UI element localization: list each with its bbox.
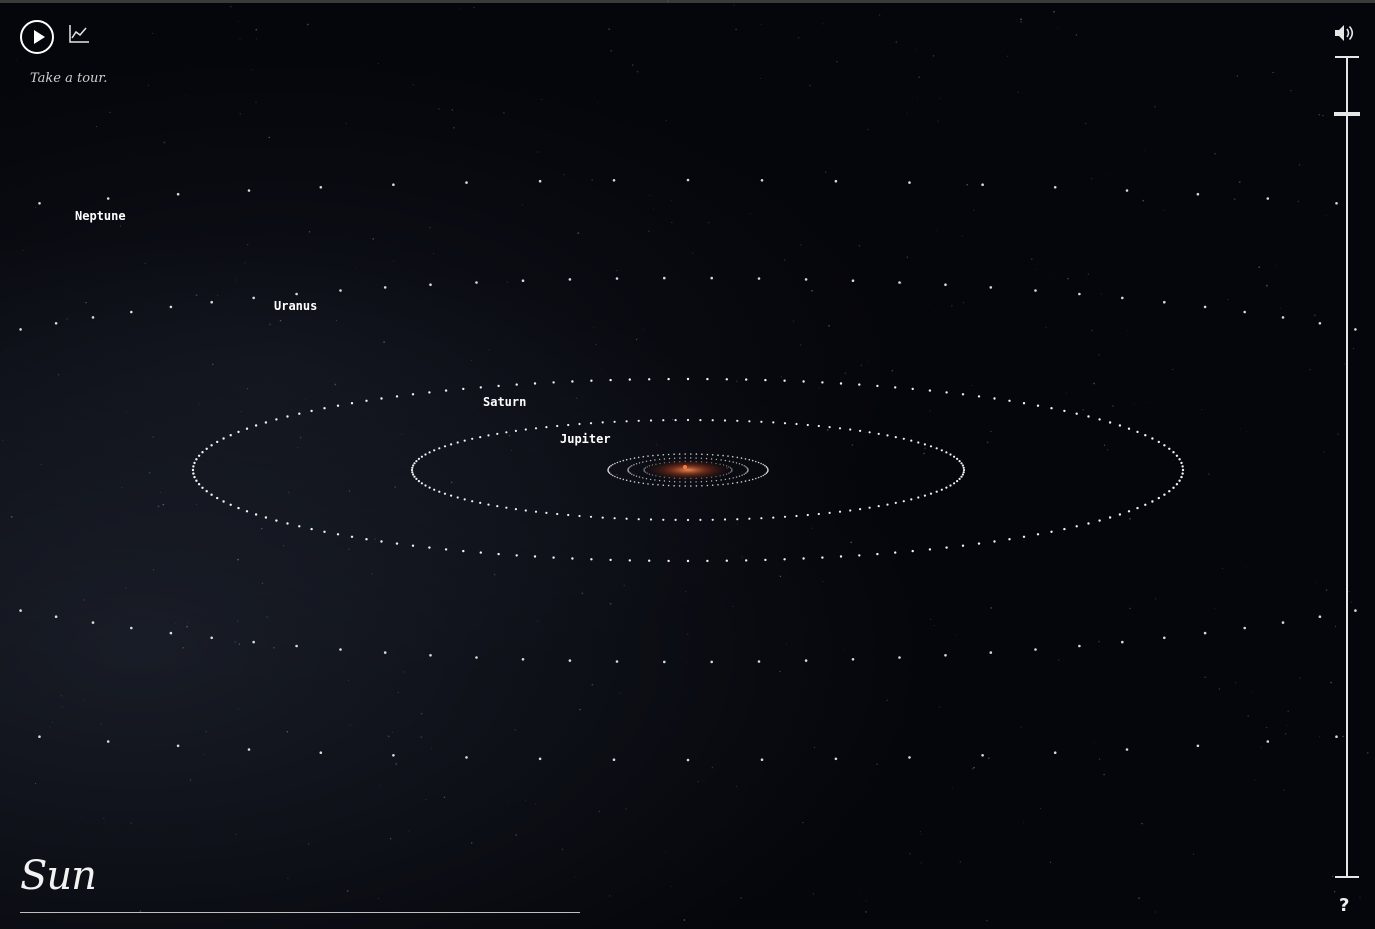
selected-body-title: Sun [20,853,97,899]
take-a-tour-link[interactable]: Take a tour. [30,71,107,86]
planet-label-jupiter[interactable]: Jupiter [560,432,611,446]
help-button[interactable]: ? [1339,895,1353,917]
planet-label-saturn[interactable]: Saturn [483,395,526,409]
zoom-slider[interactable] [1334,56,1360,878]
sun-marker [683,465,687,469]
speaker-volume-icon[interactable] [1334,24,1356,42]
line-chart-icon[interactable] [68,24,90,44]
solar-system-viewport[interactable]: Neptune Uranus Saturn Jupiter Take a tou… [0,0,1375,929]
planet-label-uranus[interactable]: Uranus [274,299,317,313]
zoom-handle[interactable] [1334,112,1360,116]
play-icon [34,30,45,44]
play-tour-button[interactable] [20,20,54,54]
sun-glow [643,459,733,481]
title-divider [20,912,580,913]
planet-label-neptune[interactable]: Neptune [75,209,126,223]
orbit-scene[interactable]: Neptune Uranus Saturn Jupiter [0,0,1375,929]
zoom-track-bottom-cap [1335,876,1359,878]
zoom-track-top-cap [1335,56,1359,58]
zoom-track[interactable] [1346,56,1348,878]
